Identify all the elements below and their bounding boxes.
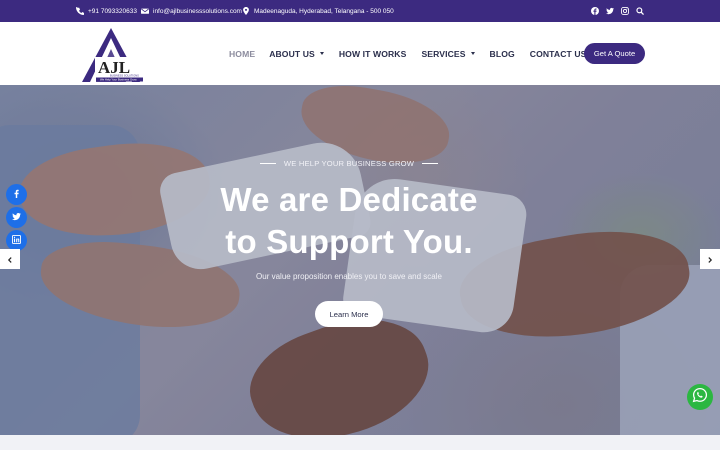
topbar-phone-text: +91 7093320633 [88,7,137,15]
phone-icon [76,7,84,15]
instagram-icon[interactable] [621,7,629,15]
nav-home-label: HOME [229,48,256,59]
nav-home[interactable]: HOME [229,49,255,59]
nav-blog-label: BLOG [489,48,515,59]
kicker-divider [259,163,276,164]
slider-prev-button[interactable] [0,249,20,269]
get-a-quote-button[interactable]: Get A Quote [584,43,645,64]
kicker-divider [422,163,439,164]
whatsapp-button[interactable] [687,384,713,410]
hero-kicker-text: WE HELP YOUR BUSINESS GROW [283,159,415,168]
share-twitter-button[interactable] [6,207,27,228]
top-info-bar: +91 7093320633 info@ajlbusinesssolutions… [0,0,720,22]
facebook-icon[interactable] [591,7,599,15]
chevron-down-icon [470,52,475,55]
chevron-right-icon [707,250,713,268]
next-section-strip [0,435,720,450]
nav-how-it-works[interactable]: HOW IT WORKS [339,49,407,59]
hero-slider: WE HELP YOUR BUSINESS GROW We are Dedica… [0,85,720,435]
map-pin-icon [242,7,250,15]
twitter-icon[interactable] [606,7,614,15]
topbar-address: Madeenaguda, Hyderabad, Telangana - 500 … [242,0,394,22]
learn-more-button[interactable]: Learn More [315,301,383,327]
share-linkedin-button[interactable] [6,230,27,251]
hero-headline-line1: We are Dedicate [220,181,478,218]
hero-subtext: Our value proposition enables you to sav… [256,272,442,281]
site-header: AJL BUSINESS SOLUTIONS We Help Your Busi… [0,22,720,85]
main-nav: HOME ABOUT US HOW IT WORKS SERVICES BLOG… [229,22,586,85]
hero-kicker: WE HELP YOUR BUSINESS GROW [0,159,698,168]
search-icon[interactable] [636,7,644,15]
topbar-phone[interactable]: +91 7093320633 [76,0,137,22]
topbar-email-text: info@ajlbusinesssolutions.com [153,7,242,15]
whatsapp-icon [692,387,708,408]
nav-about-us-label: ABOUT US [269,48,315,59]
nav-services-label: SERVICES [421,48,466,59]
twitter-icon [12,212,21,223]
chevron-down-icon [319,52,324,55]
hero-headline-line2: to Support You. [225,223,473,260]
nav-about-us[interactable]: ABOUT US [269,49,324,59]
nav-services[interactable]: SERVICES [421,48,475,59]
slider-next-button[interactable] [700,249,720,269]
facebook-icon [12,189,21,200]
nav-contact-us-label: CONTACT US [529,48,587,59]
ajl-logo[interactable]: AJL BUSINESS SOLUTIONS We Help Your Busi… [76,24,146,84]
logo-tagline: We Help Your Business Grow [100,78,138,82]
linkedin-icon [12,235,21,246]
topbar-email[interactable]: info@ajlbusinesssolutions.com [141,0,242,22]
chevron-left-icon [7,250,13,268]
mail-icon [141,7,149,15]
topbar-address-text: Madeenaguda, Hyderabad, Telangana - 500 … [254,7,394,15]
topbar-social [591,0,644,22]
nav-contact-us[interactable]: CONTACT US [530,49,587,59]
hero-content: WE HELP YOUR BUSINESS GROW We are Dedica… [0,85,720,435]
nav-how-it-works-label: HOW IT WORKS [338,48,407,59]
share-facebook-button[interactable] [6,184,27,205]
nav-blog[interactable]: BLOG [490,49,515,59]
